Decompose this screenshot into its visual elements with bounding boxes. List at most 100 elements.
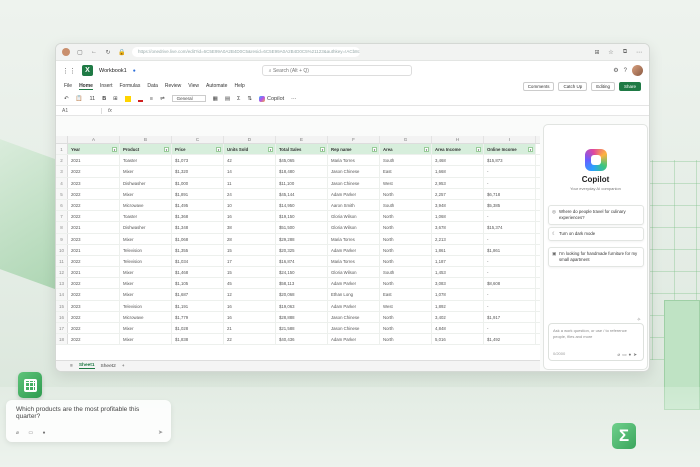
row-number[interactable]: 16 xyxy=(56,311,68,322)
table-cell[interactable]: 15 xyxy=(224,244,276,255)
table-cell[interactable]: 12 xyxy=(224,289,276,300)
table-cell[interactable]: Mixer xyxy=(120,278,172,289)
table-cell[interactable]: North xyxy=(380,311,432,322)
column-letter[interactable]: A xyxy=(68,136,120,143)
undo-icon[interactable]: ↶ xyxy=(64,96,69,102)
table-cell[interactable]: - xyxy=(484,323,536,334)
table-cell[interactable]: Mixer xyxy=(120,166,172,177)
table-cell[interactable]: North xyxy=(380,188,432,199)
table-cell[interactable]: 2022 xyxy=(68,211,120,222)
table-cell[interactable]: - xyxy=(484,255,536,267)
table-cell[interactable]: $1,348 xyxy=(172,222,224,233)
table-cell[interactable]: 14 xyxy=(224,166,276,177)
tab-automate[interactable]: Automate xyxy=(206,83,227,89)
table-cell[interactable]: 2022 xyxy=(68,188,120,199)
table-cell[interactable]: $18,480 xyxy=(276,166,328,177)
table-cell[interactable]: Ethan Long xyxy=(328,289,380,300)
table-cell[interactable]: Toaster xyxy=(120,211,172,222)
table-cell[interactable]: - xyxy=(484,211,536,222)
send-icon[interactable]: ➤ xyxy=(633,352,639,357)
address-bar[interactable]: https://onedrive.live.com/edit?id=6C5E99… xyxy=(132,47,360,57)
table-cell[interactable]: 28 xyxy=(224,233,276,244)
column-header[interactable]: Price ▾ xyxy=(172,144,224,155)
name-box[interactable]: A1 xyxy=(62,107,102,114)
table-cell[interactable]: 11 xyxy=(224,177,276,188)
table-cell[interactable]: Microwave xyxy=(120,199,172,211)
table-cell[interactable]: 5,016 xyxy=(432,334,484,345)
conditional-format-icon[interactable]: ▦ xyxy=(213,96,218,102)
app-launcher-icon[interactable]: ⋮⋮ xyxy=(62,67,76,75)
row-number[interactable]: 1 xyxy=(56,144,68,155)
table-cell[interactable]: West xyxy=(380,300,432,311)
table-cell[interactable]: 1,187 xyxy=(432,255,484,267)
sheet-tab-1[interactable]: Sheet1 xyxy=(78,363,95,369)
borders-icon[interactable]: ⊞ xyxy=(113,96,118,102)
table-cell[interactable]: Mixer xyxy=(120,188,172,199)
row-number[interactable]: 15 xyxy=(56,300,68,311)
table-cell[interactable]: Toaster xyxy=(120,155,172,166)
tab-review[interactable]: Review xyxy=(165,83,181,89)
table-cell[interactable]: North xyxy=(380,244,432,255)
column-header[interactable]: Area ▾ xyxy=(380,144,432,155)
profile-icon[interactable] xyxy=(62,48,70,56)
font-size-select[interactable]: 11 xyxy=(89,96,95,102)
table-cell[interactable]: Dishwasher xyxy=(120,222,172,233)
table-cell[interactable]: 3,402 xyxy=(432,311,484,322)
column-header[interactable]: Total Sales ▾ xyxy=(276,144,328,155)
table-cell[interactable]: $45,144 xyxy=(276,188,328,199)
table-cell[interactable]: $1,355 xyxy=(172,244,224,255)
column-header[interactable]: Area Income ▾ xyxy=(432,144,484,155)
table-cell[interactable]: $15,873 xyxy=(484,155,536,166)
row-number[interactable]: 5 xyxy=(56,188,68,199)
table-cell[interactable]: $28,888 xyxy=(276,311,328,322)
help-icon[interactable]: ? xyxy=(624,68,627,74)
table-cell[interactable]: North xyxy=(380,255,432,267)
table-cell[interactable]: 38 xyxy=(224,222,276,233)
table-cell[interactable]: Maria Torres xyxy=(328,233,380,244)
table-cell[interactable]: $24,150 xyxy=(276,267,328,278)
table-cell[interactable]: $21,588 xyxy=(276,323,328,334)
table-cell[interactable]: 2022 xyxy=(68,166,120,177)
table-cell[interactable]: $29,288 xyxy=(276,233,328,244)
spreadsheet-grid[interactable]: ABCDEFGHI 1 Year ▾ Product ▾ Price ▾ Units Sold… xyxy=(56,136,540,360)
filter-dropdown-icon[interactable]: ▾ xyxy=(476,147,481,152)
column-letter[interactable]: G xyxy=(380,136,432,143)
collections-icon[interactable]: ⧉ xyxy=(621,49,629,56)
table-cell[interactable]: 2021 xyxy=(68,155,120,166)
table-cell[interactable]: Jason Chinese xyxy=(328,166,380,177)
search-input[interactable]: ⌕ Search (Alt + Q) xyxy=(261,65,412,76)
table-cell[interactable]: Television xyxy=(120,244,172,255)
table-cell[interactable]: 3,083 xyxy=(432,278,484,289)
table-cell[interactable]: $19,150 xyxy=(276,211,328,222)
table-cell[interactable]: 2023 xyxy=(68,233,120,244)
table-cell[interactable]: $6,718 xyxy=(484,188,536,199)
table-cell[interactable]: 21 xyxy=(224,323,276,334)
row-number[interactable]: 18 xyxy=(56,334,68,345)
table-cell[interactable]: 1,453 xyxy=(432,267,484,278)
table-cell[interactable]: North xyxy=(380,222,432,233)
table-cell[interactable]: 10 xyxy=(224,199,276,211)
number-format-select[interactable]: General xyxy=(171,95,206,102)
extensions-icon[interactable]: ⊞ xyxy=(593,49,601,56)
table-cell[interactable]: $8,608 xyxy=(484,278,536,289)
table-cell[interactable]: $1,495 xyxy=(172,199,224,211)
column-letter[interactable]: H xyxy=(432,136,484,143)
table-cell[interactable]: Adam Parker xyxy=(328,334,380,345)
table-cell[interactable]: 2022 xyxy=(68,334,120,345)
back-icon[interactable]: ← xyxy=(90,49,98,55)
tab-insert[interactable]: Insert xyxy=(100,83,113,89)
row-number[interactable]: 8 xyxy=(56,222,68,233)
column-letter[interactable]: B xyxy=(120,136,172,143)
table-cell[interactable]: South xyxy=(380,199,432,211)
table-cell[interactable]: 2021 xyxy=(68,267,120,278)
add-sheet-button[interactable]: + xyxy=(122,364,125,369)
table-cell[interactable]: $1,492 xyxy=(484,334,536,345)
suggestion-card-1[interactable]: ◎ Where do people travel for culinary ex… xyxy=(548,205,644,225)
table-cell[interactable]: $1,779 xyxy=(172,311,224,322)
table-cell[interactable]: 3,948 xyxy=(432,199,484,211)
table-cell[interactable]: $1,687 xyxy=(172,289,224,300)
table-cell[interactable]: - xyxy=(484,267,536,278)
table-icon[interactable]: ▤ xyxy=(225,96,230,102)
wrap-icon[interactable]: ⇌ xyxy=(160,96,165,102)
table-cell[interactable]: $1,073 xyxy=(172,155,224,166)
